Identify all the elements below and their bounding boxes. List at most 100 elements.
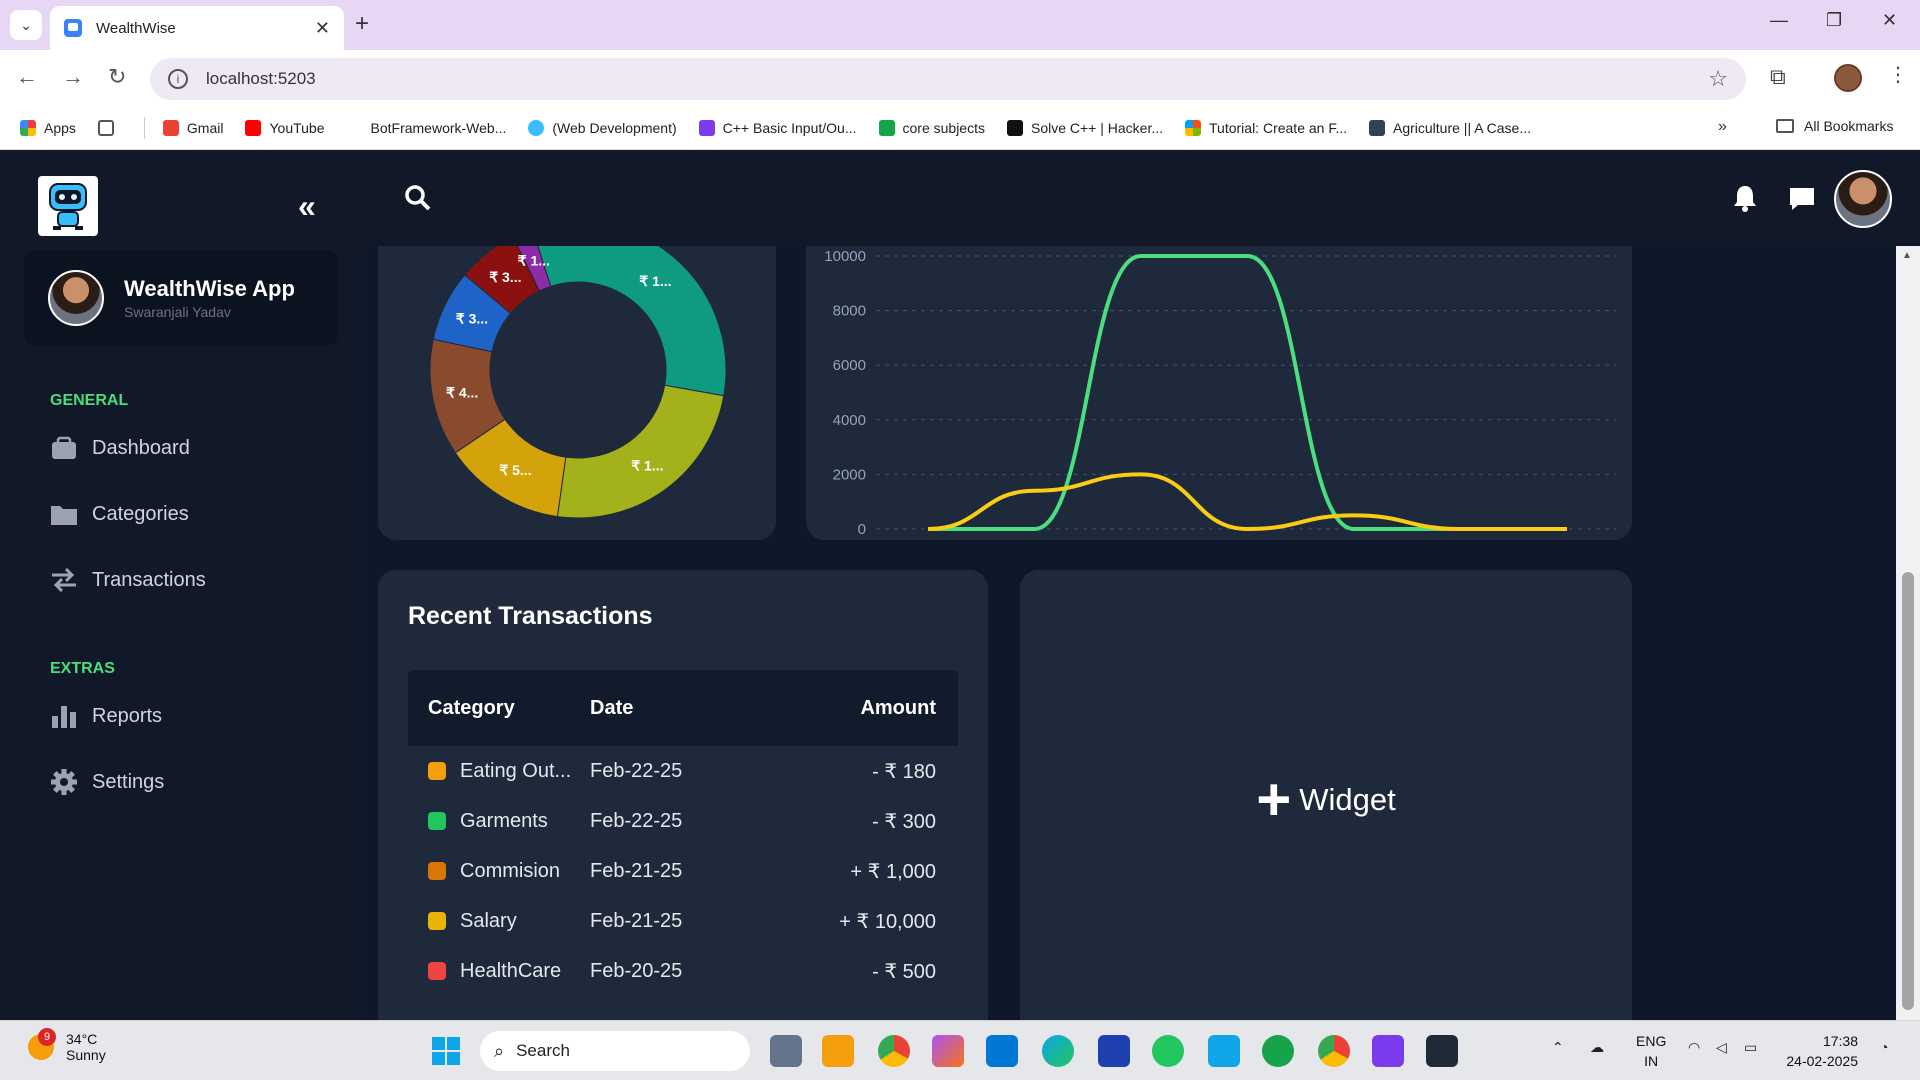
series-line[interactable]: [927, 472, 1567, 531]
scrollbar-thumb[interactable]: [1902, 572, 1914, 1010]
wifi-icon[interactable]: ◠: [1688, 1039, 1700, 1056]
browser-toolbar: ← → ↻ i localhost:5203 ☆: [0, 50, 1920, 106]
task-view-icon[interactable]: [770, 1035, 802, 1067]
chat-icon[interactable]: [1788, 186, 1816, 217]
restore-button[interactable]: ❐: [1826, 10, 1842, 31]
linkedin-icon[interactable]: [1098, 1035, 1130, 1067]
bookmark-star-icon[interactable]: ☆: [1708, 66, 1728, 92]
scroll-up-icon[interactable]: ▲: [1902, 250, 1912, 261]
more-bookmarks-chevron-icon[interactable]: »: [1718, 118, 1727, 136]
spring-tools-icon[interactable]: [1262, 1035, 1294, 1067]
y-tick-label: 6000: [833, 357, 866, 374]
table-row[interactable]: Eating Out... Feb-22-25 - ₹ 180: [408, 746, 958, 796]
search-icon[interactable]: [404, 184, 432, 217]
bookmark-botframework[interactable]: BotFramework-Web...: [346, 119, 506, 136]
sidebar-item-categories[interactable]: Categories: [50, 502, 189, 526]
reload-button[interactable]: ↻: [108, 64, 126, 90]
forward-button[interactable]: →: [62, 64, 84, 90]
donut-slice-label: ₹ 3...: [489, 269, 521, 285]
folder-icon: [50, 502, 78, 526]
bookmark-core-subjects[interactable]: core subjects: [878, 119, 985, 136]
new-tab-button[interactable]: +: [355, 10, 369, 38]
bookmark-hackerrank[interactable]: Solve C++ | Hacker...: [1006, 119, 1163, 136]
chrome-icon[interactable]: [878, 1035, 910, 1067]
bookmark-cpp-basic[interactable]: C++ Basic Input/Ou...: [698, 119, 857, 136]
page-scrollbar[interactable]: ▲: [1896, 246, 1920, 1020]
table-row[interactable]: HealthCare Feb-20-25 - ₹ 500: [408, 946, 958, 996]
window-close-button[interactable]: ✕: [1882, 10, 1897, 31]
table-row[interactable]: Commision Feb-21-25 + ₹ 1,000: [408, 846, 958, 896]
vscode-icon[interactable]: [1208, 1035, 1240, 1067]
cell-amount: - ₹ 180: [872, 760, 936, 783]
system-clock[interactable]: 17:38 24-02-2025: [1786, 1031, 1858, 1071]
y-tick-label: 4000: [833, 412, 866, 429]
section-general: GENERAL: [50, 392, 129, 409]
bar-chart-icon: [50, 704, 78, 728]
lock-icon: [1369, 119, 1385, 136]
browser-tab-active[interactable]: WealthWise ✕: [50, 6, 344, 50]
donut-slice[interactable]: [556, 384, 725, 519]
bookmark-grid[interactable]: [97, 119, 122, 136]
site-info-icon[interactable]: i: [168, 69, 188, 89]
sidebar-item-transactions[interactable]: Transactions: [50, 567, 206, 593]
header-date[interactable]: Date: [588, 697, 808, 720]
copilot-icon[interactable]: [932, 1035, 964, 1067]
category-text: HealthCare: [460, 959, 562, 982]
outlook-icon[interactable]: [986, 1035, 1018, 1067]
user-avatar[interactable]: [1834, 170, 1892, 228]
bookmark-gmail[interactable]: Gmail: [162, 119, 223, 136]
bookmark-tutorial[interactable]: Tutorial: Create an F...: [1185, 119, 1347, 136]
extensions-icon[interactable]: ⧉: [1770, 64, 1786, 90]
series-line[interactable]: [928, 254, 1567, 531]
sidebar-item-dashboard[interactable]: Dashboard: [50, 436, 190, 460]
onedrive-icon[interactable]: ☁: [1590, 1039, 1604, 1056]
browser-profile-avatar[interactable]: [1834, 64, 1862, 92]
tab-close-icon[interactable]: ✕: [315, 18, 330, 39]
profile-card[interactable]: WealthWise App Swaranjali Yadav: [24, 250, 338, 346]
bookmark-agriculture[interactable]: Agriculture || A Case...: [1369, 119, 1531, 136]
bell-icon[interactable]: [1732, 184, 1758, 217]
header-amount[interactable]: Amount: [808, 697, 958, 720]
language-indicator[interactable]: ENG IN: [1636, 1031, 1666, 1071]
dashboard-icon: [50, 436, 78, 460]
windows-start-icon[interactable]: [432, 1037, 460, 1065]
battery-icon[interactable]: ▭: [1744, 1039, 1757, 1056]
category-text: Salary: [460, 909, 517, 932]
file-explorer-icon[interactable]: [822, 1035, 854, 1067]
lang-line2: IN: [1644, 1053, 1659, 1069]
chrome-profile-icon[interactable]: [1318, 1035, 1350, 1067]
address-bar[interactable]: i localhost:5203 ☆: [150, 58, 1746, 100]
tab-list-button[interactable]: ⌄: [10, 10, 42, 40]
sidebar-item-reports[interactable]: Reports: [50, 704, 162, 728]
bookmark-webdev[interactable]: (Web Development): [528, 119, 677, 136]
terminal-icon[interactable]: [1426, 1035, 1458, 1067]
add-widget-card[interactable]: + Widget: [1020, 570, 1632, 1020]
bookmark-youtube[interactable]: YouTube: [245, 119, 325, 136]
minimize-button[interactable]: —: [1770, 10, 1788, 31]
visual-studio-icon[interactable]: [1372, 1035, 1404, 1067]
all-bookmarks-button[interactable]: All Bookmarks: [1776, 118, 1893, 134]
back-button[interactable]: ←: [16, 64, 38, 90]
app-root: « WealthWise App Swaranjali Yadav GENERA…: [0, 150, 1920, 1020]
tray-chevron-icon[interactable]: ⌃: [1552, 1039, 1564, 1056]
browser-menu-icon[interactable]: ⋮: [1888, 62, 1908, 87]
edge-icon[interactable]: [1042, 1035, 1074, 1067]
collapse-sidebar-icon[interactable]: «: [298, 188, 316, 225]
cell-date: Feb-21-25: [590, 859, 683, 882]
taskbar-search[interactable]: ⌕ Search: [480, 1031, 750, 1071]
donut-chart: ₹ 1...₹ 1...₹ 5...₹ 4...₹ 3...₹ 3...₹ 1.…: [429, 246, 727, 519]
table-row[interactable]: Garments Feb-22-25 - ₹ 300: [408, 796, 958, 846]
weather-widget[interactable]: 9 34°C Sunny: [28, 1028, 106, 1063]
header-category[interactable]: Category: [408, 697, 588, 720]
add-widget-button[interactable]: + Widget: [1020, 770, 1632, 830]
table-row[interactable]: Salary Feb-21-25 + ₹ 10,000: [408, 896, 958, 946]
volume-icon[interactable]: ◁: [1716, 1039, 1727, 1056]
bookmark-apps[interactable]: Apps: [20, 119, 76, 136]
notification-icon[interactable]: ◔: [1880, 1039, 1888, 1055]
donut-chart-card: ₹ 1... ₹ 1... ₹ 5... ₹ 4... ₹ 3... ₹ 3... ₹ 1.…: [378, 246, 776, 540]
cell-category: Commision: [408, 860, 588, 883]
donut-slice[interactable]: [532, 246, 727, 397]
spring-icon[interactable]: [1152, 1035, 1184, 1067]
sidebar-item-settings[interactable]: Settings: [50, 769, 164, 795]
app-logo[interactable]: [38, 176, 98, 236]
